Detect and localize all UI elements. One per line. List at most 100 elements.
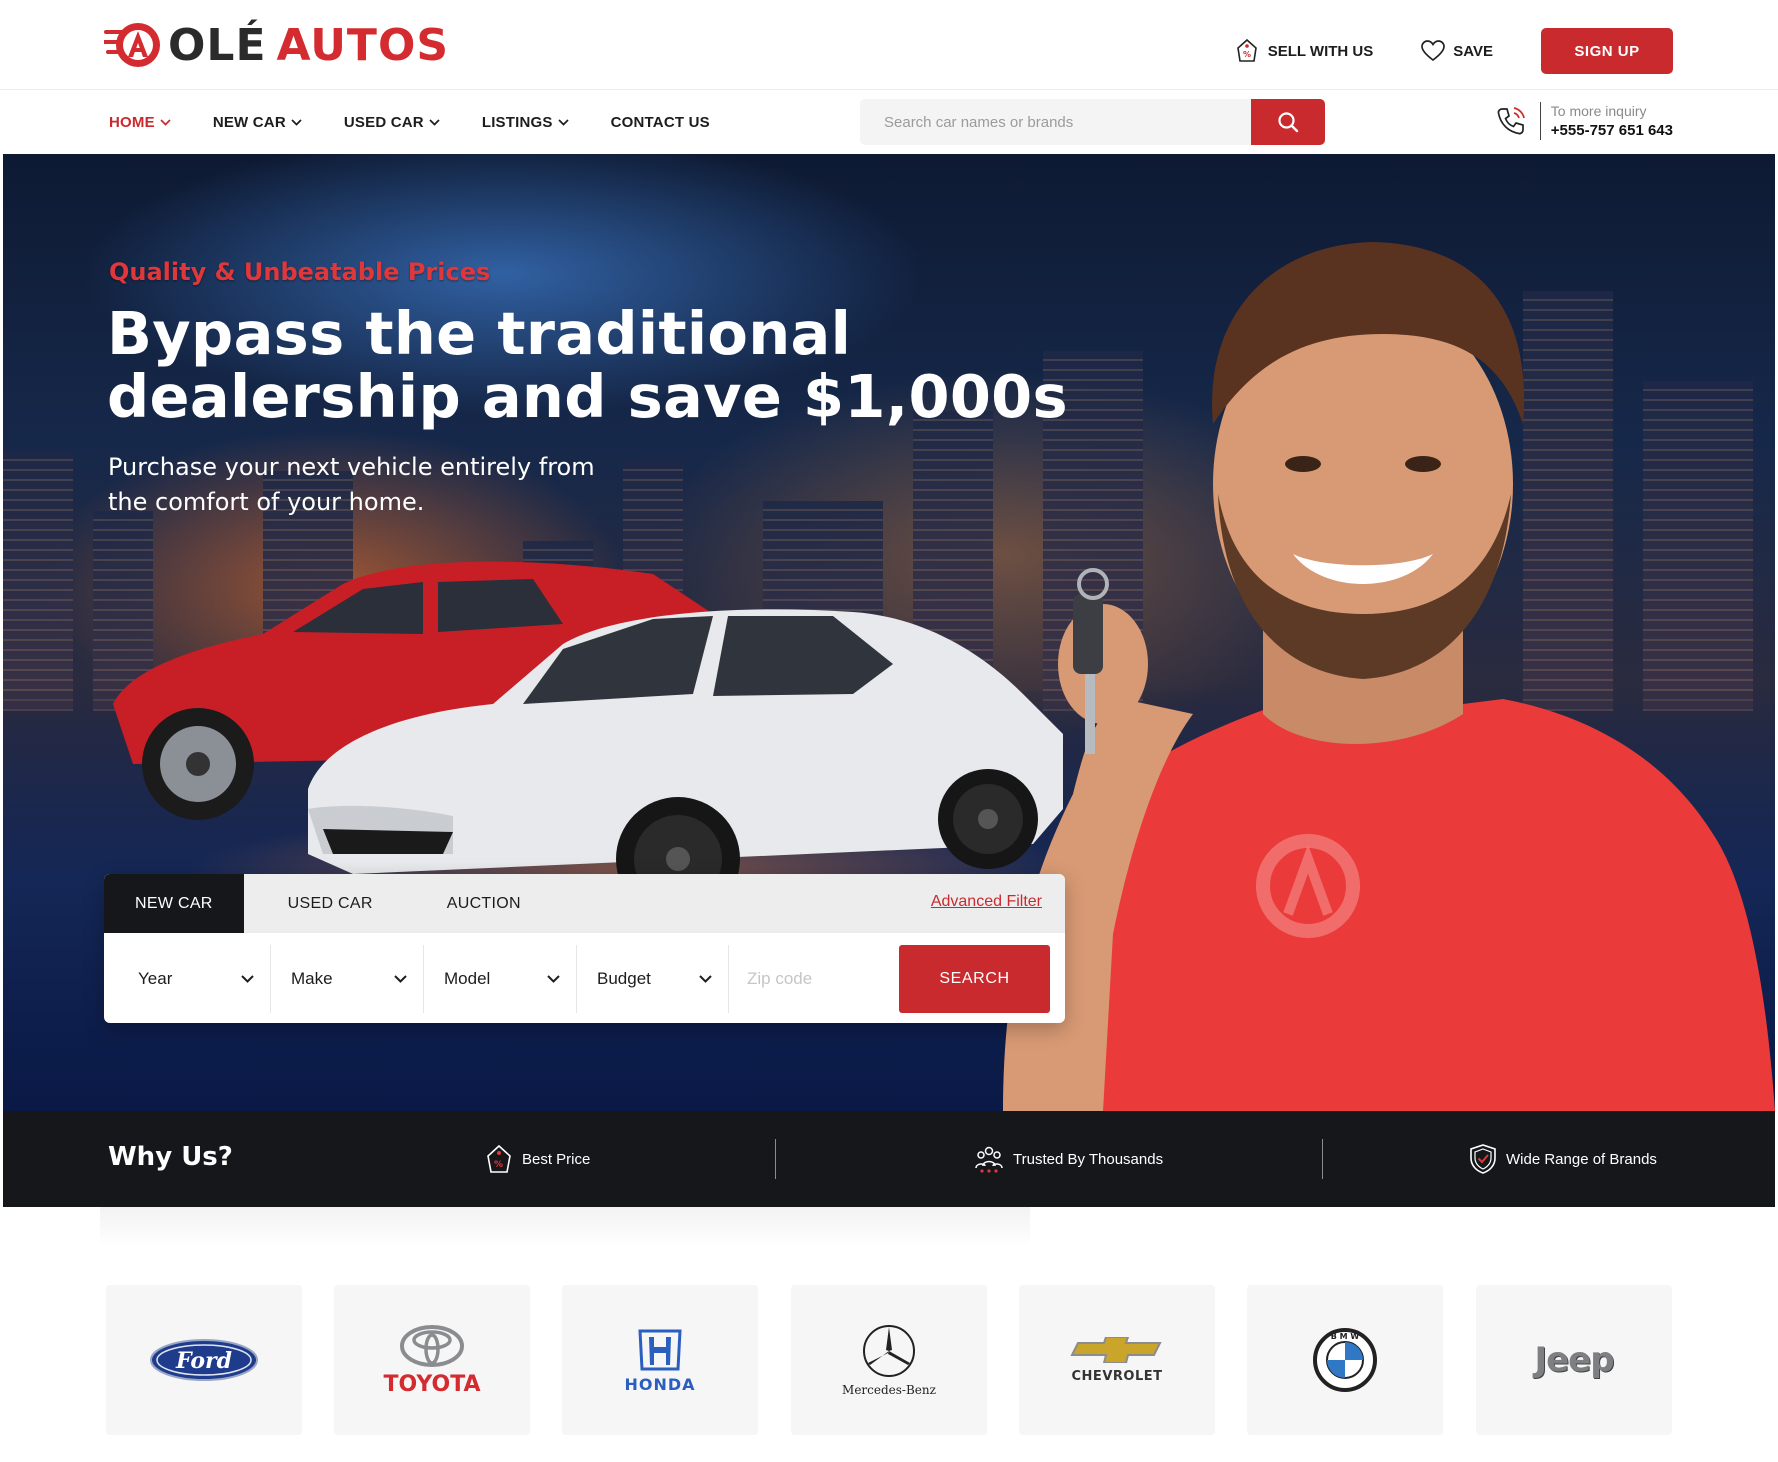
price-tag-icon: % xyxy=(487,1144,511,1173)
advanced-filter-link[interactable]: Advanced Filter xyxy=(931,893,1042,911)
chevron-down-icon xyxy=(699,975,712,983)
search-button[interactable] xyxy=(1251,99,1325,145)
year-select[interactable]: Year xyxy=(118,945,271,1013)
hero-subtitle-line: the comfort of your home. xyxy=(108,488,425,516)
inquiry-text: To more inquiry +555-757 651 643 xyxy=(1551,102,1673,141)
year-select-label: Year xyxy=(138,969,173,988)
why-us-bar: Why Us? % Best Price Trusted By Thousand… xyxy=(3,1111,1775,1207)
why-divider xyxy=(1322,1139,1323,1179)
logo-text-ole: OLÉ xyxy=(168,19,267,71)
chevrolet-bowtie-icon xyxy=(1070,1336,1162,1363)
tab-new-car[interactable]: NEW CAR xyxy=(104,874,244,933)
tab-used-car[interactable]: USED CAR xyxy=(258,874,403,933)
section-shadow xyxy=(100,1207,1030,1247)
search-input[interactable] xyxy=(860,99,1251,145)
nav-item-home[interactable]: HOME xyxy=(109,114,171,131)
filter-search-button[interactable]: SEARCH xyxy=(899,945,1050,1013)
main-navbar: HOME NEW CAR USED CAR LISTINGS CONTACT U… xyxy=(0,90,1778,154)
svg-text:%: % xyxy=(1243,50,1251,59)
chevron-down-icon xyxy=(160,118,171,126)
nav-item-contact-us[interactable]: CONTACT US xyxy=(611,114,710,131)
site-search xyxy=(860,99,1325,145)
brand-card-ford[interactable]: Ford xyxy=(106,1285,302,1435)
why-us-title: Why Us? xyxy=(108,1142,233,1172)
phone-call-icon xyxy=(1497,107,1525,135)
nav-menu: HOME NEW CAR USED CAR LISTINGS CONTACT U… xyxy=(109,90,752,154)
why-item-label: Best Price xyxy=(522,1150,591,1168)
ford-logo-icon: Ford xyxy=(150,1339,258,1381)
brand-card-mercedes[interactable]: Mercedes-Benz xyxy=(791,1285,987,1435)
search-icon xyxy=(1278,112,1299,133)
chevrolet-logo-text: CHEVROLET xyxy=(1071,1368,1163,1384)
toyota-logo-text: TOYOTA xyxy=(383,1371,481,1397)
model-select[interactable]: Model xyxy=(424,945,577,1013)
logo-text-autos: AUTOS xyxy=(276,19,450,71)
chevron-down-icon xyxy=(394,975,407,983)
inquiry-divider xyxy=(1539,102,1541,140)
filter-tabs: NEW CAR USED CAR AUCTION Advanced Filter xyxy=(104,874,1065,933)
sell-with-us-label: SELL WITH US xyxy=(1267,42,1374,60)
shield-check-icon xyxy=(1470,1144,1496,1174)
heart-icon xyxy=(1421,40,1446,62)
why-item-label: Wide Range of Brands xyxy=(1506,1150,1657,1168)
sell-with-us-link[interactable]: % SELL WITH US xyxy=(1234,38,1374,64)
chevron-down-icon xyxy=(558,118,569,126)
save-label: SAVE xyxy=(1453,42,1493,60)
people-group-icon xyxy=(975,1146,1003,1173)
ford-logo-text: Ford xyxy=(175,1348,232,1374)
why-item-label: Trusted By Thousands xyxy=(1013,1150,1164,1168)
toyota-logo-icon xyxy=(400,1324,464,1367)
budget-select[interactable]: Budget xyxy=(577,945,729,1013)
brand-card-chevrolet[interactable]: CHEVROLET xyxy=(1019,1285,1215,1435)
nav-item-listings[interactable]: LISTINGS xyxy=(482,114,569,131)
hero-subtitle-line: Purchase your next vehicle entirely from xyxy=(108,453,595,481)
brand-card-bmw[interactable]: B M W xyxy=(1247,1285,1443,1435)
chevron-down-icon xyxy=(291,118,302,126)
model-select-label: Model xyxy=(444,969,491,988)
why-item-brands: Wide Range of Brands xyxy=(1468,1141,1657,1177)
logo-mark-icon xyxy=(102,18,162,72)
hero-eyebrow: Quality & Unbeatable Prices xyxy=(109,258,491,286)
chevron-down-icon xyxy=(429,118,440,126)
hero-title: Bypass the traditional dealership and sa… xyxy=(107,302,1087,428)
why-item-best-price: % Best Price xyxy=(484,1141,590,1177)
brand-card-jeep[interactable]: Jeep xyxy=(1476,1285,1672,1435)
nav-item-label: CONTACT US xyxy=(610,113,710,131)
inquiry-label: To more inquiry xyxy=(1550,102,1647,119)
chevron-down-icon xyxy=(547,975,560,983)
sign-up-button[interactable]: SIGN UP xyxy=(1541,28,1673,74)
honda-logo-icon xyxy=(638,1329,682,1370)
inquiry-phone: +555-757 651 643 xyxy=(1550,121,1673,139)
jeep-logo-text: Jeep xyxy=(1534,1340,1614,1380)
svg-text:%: % xyxy=(494,1160,503,1170)
mercedes-logo-text: Mercedes-Benz xyxy=(842,1383,936,1397)
nav-item-used-car[interactable]: USED CAR xyxy=(344,114,440,131)
why-divider xyxy=(775,1139,776,1179)
bmw-logo-icon: B M W xyxy=(1313,1328,1377,1392)
nav-item-label: USED CAR xyxy=(343,113,424,131)
budget-select-label: Budget xyxy=(597,969,651,988)
inquiry-contact[interactable]: To more inquiry +555-757 651 643 xyxy=(1494,100,1673,142)
make-select[interactable]: Make xyxy=(271,945,424,1013)
mercedes-star-icon xyxy=(863,1325,915,1377)
nav-item-new-car[interactable]: NEW CAR xyxy=(213,114,302,131)
hero-subtitle: Purchase your next vehicle entirely from… xyxy=(108,450,668,520)
hero-title-line: dealership and save $1,000s xyxy=(107,362,1068,431)
logo[interactable]: OLÉ AUTOS xyxy=(102,18,449,72)
make-select-label: Make xyxy=(291,969,333,988)
top-actions: % SELL WITH US SAVE SIGN UP xyxy=(1234,28,1673,74)
honda-logo-text: HONDA xyxy=(624,1374,696,1394)
logo-text: OLÉ AUTOS xyxy=(168,20,449,71)
price-tag-icon: % xyxy=(1236,38,1257,62)
brand-card-honda[interactable]: HONDA xyxy=(562,1285,758,1435)
save-link[interactable]: SAVE xyxy=(1421,40,1493,62)
nav-item-label: NEW CAR xyxy=(212,113,286,131)
brand-card-toyota[interactable]: TOYOTA xyxy=(334,1285,530,1435)
tab-auction[interactable]: AUCTION xyxy=(417,874,551,933)
zip-code-input[interactable] xyxy=(729,945,899,1013)
bmw-logo-text: B M W xyxy=(1331,1332,1360,1341)
nav-item-label: HOME xyxy=(109,113,155,131)
filter-fields: Year Make Model Budget SEARCH xyxy=(118,945,1054,1013)
top-bar: OLÉ AUTOS % SELL WITH US SAVE SIGN UP xyxy=(0,0,1778,90)
hero-title-line: Bypass the traditional xyxy=(107,299,852,368)
